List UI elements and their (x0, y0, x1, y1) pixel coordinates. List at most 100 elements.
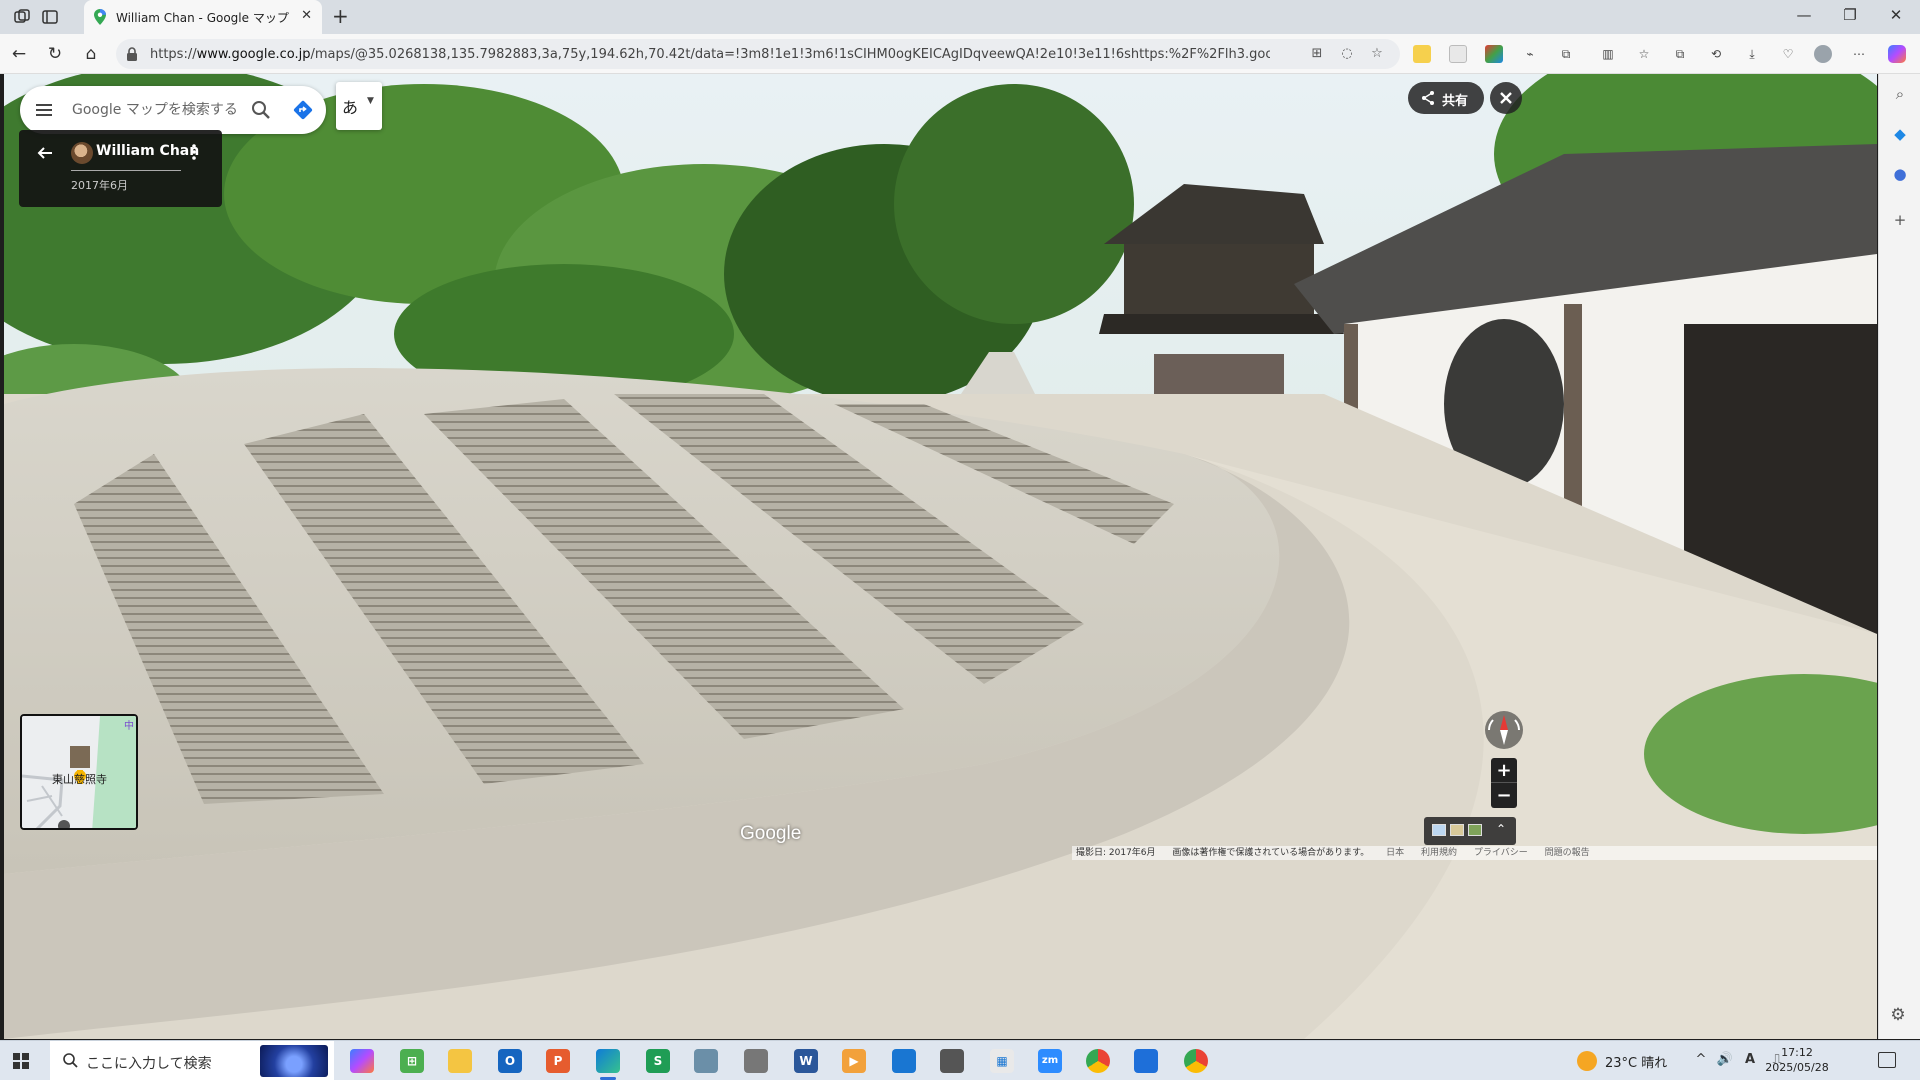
favorite-star-icon[interactable]: ☆ (1368, 45, 1386, 63)
refresh-icon[interactable]: ↻ (44, 43, 66, 65)
menu-icon[interactable] (34, 100, 54, 120)
zoom-out-button[interactable]: − (1491, 783, 1517, 808)
capture-date: 2017年6月 (71, 179, 128, 192)
new-tab-icon[interactable]: + (332, 4, 349, 28)
split-screen-icon[interactable]: ▥ (1599, 45, 1617, 63)
search-input[interactable] (72, 98, 242, 122)
sidebar-tools-icon[interactable]: ◆ (1890, 124, 1910, 144)
collections-icon[interactable]: ⧉ (1671, 45, 1689, 63)
window-close-icon[interactable]: ✕ (1886, 6, 1906, 24)
share-button[interactable]: 共有 (1408, 82, 1484, 114)
more-options-icon[interactable] (189, 142, 199, 162)
google-logo: Google (740, 823, 802, 844)
notifications-icon[interactable] (1878, 1052, 1896, 1068)
favorites-icon[interactable]: ☆ (1635, 45, 1653, 63)
footer-terms-link[interactable]: 利用規約 (1421, 848, 1457, 858)
zoom-in-button[interactable]: + (1491, 758, 1517, 783)
minimize-icon[interactable]: — (1794, 6, 1814, 24)
close-street-view-button[interactable] (1490, 82, 1522, 114)
restore-icon[interactable]: ❐ (1840, 6, 1860, 24)
excel-app-icon[interactable]: ⊞ (400, 1049, 424, 1073)
file-explorer-icon[interactable] (448, 1049, 472, 1073)
chrome-icon[interactable] (1086, 1049, 1110, 1073)
profile-icon[interactable] (1814, 45, 1832, 63)
tracking-prevention-icon[interactable]: ◌ (1338, 45, 1356, 63)
weather-text[interactable]: 23°C 晴れ (1605, 1052, 1667, 1071)
minimap-place-label: 東山慈照寺 (52, 773, 107, 786)
media-player-icon[interactable]: ▶ (842, 1049, 866, 1073)
avatar[interactable] (71, 142, 93, 164)
extension-3-icon[interactable] (1485, 45, 1503, 63)
sidebar-add-icon[interactable]: + (1890, 210, 1910, 230)
sidebar-search-icon[interactable]: ⌕ (1890, 84, 1910, 104)
zoom-icon[interactable]: zm (1038, 1049, 1062, 1073)
street-view-panorama[interactable]: あ ▼ William Chan 2017年6月 共有 東山慈照寺 中 (4, 74, 1877, 1039)
compass-icon[interactable] (1484, 710, 1524, 750)
spreadsheet-app-icon[interactable]: S (646, 1049, 670, 1073)
search-icon[interactable] (250, 99, 272, 121)
browser-essentials-icon[interactable]: ♡ (1779, 45, 1797, 63)
ime-mode-indicator[interactable]: A (1741, 1052, 1759, 1067)
history-icon[interactable]: ⟲ (1707, 45, 1725, 63)
home-icon[interactable]: ⌂ (80, 43, 102, 65)
edge-app-icon[interactable] (596, 1049, 620, 1080)
footer-privacy-link[interactable]: プライバシー (1474, 848, 1528, 858)
input-method-selector[interactable]: あ ▼ (336, 82, 382, 130)
zen-garden-scene (4, 74, 1877, 1039)
downloads-icon[interactable]: ⤓ (1743, 45, 1761, 63)
layer-thumb-1[interactable] (1432, 824, 1446, 836)
tab-actions-icon[interactable] (40, 7, 60, 27)
zoom-control: + − (1491, 758, 1517, 808)
tray-overflow-icon[interactable]: ^ (1692, 1052, 1710, 1067)
share-icon (1422, 91, 1434, 105)
extension-1-icon[interactable] (1413, 45, 1431, 63)
copilot-app-icon[interactable] (350, 1049, 374, 1073)
word-icon[interactable]: W (794, 1049, 818, 1073)
layer-thumb-3[interactable] (1468, 824, 1482, 836)
address-bar[interactable]: https://www.google.co.jp/maps/@35.026813… (116, 39, 1400, 69)
minimap-corner-label: 中 (124, 721, 134, 732)
app-icon-4[interactable] (1134, 1049, 1158, 1073)
workspaces-icon[interactable] (12, 7, 32, 27)
app-icon-1[interactable] (694, 1049, 718, 1073)
url-text[interactable]: https://www.google.co.jp/maps/@35.026813… (150, 47, 1270, 62)
read-aloud-icon[interactable]: ⊞ (1308, 45, 1326, 63)
minimap[interactable]: 東山慈照寺 中 (20, 714, 138, 830)
footer-country[interactable]: 日本 (1386, 848, 1404, 858)
back-icon[interactable]: ← (8, 43, 30, 65)
layers-strip[interactable]: ⌃ (1424, 817, 1516, 845)
more-icon[interactable]: ⋯ (1850, 45, 1868, 63)
clock-time: 17:12 (1781, 1046, 1813, 1059)
store-icon[interactable]: ▦ (990, 1049, 1014, 1073)
active-tab[interactable]: William Chan - Google マップ ✕ (84, 0, 322, 34)
system-clock[interactable]: 17:12 2025/05/28 (1765, 1045, 1829, 1075)
footer-report-link[interactable]: 問題の報告 (1545, 848, 1590, 858)
extensions-icon[interactable]: ⧉ (1557, 45, 1575, 63)
close-tab-icon[interactable]: ✕ (301, 8, 312, 23)
tab-bar: William Chan - Google マップ ✕ + — ❐ ✕ (0, 0, 1920, 34)
sidebar-office-icon[interactable]: ● (1890, 164, 1910, 184)
sidebar-settings-icon[interactable]: ⚙ (1888, 1005, 1908, 1025)
app-icon-2[interactable] (744, 1049, 768, 1073)
app-icon-3[interactable] (940, 1049, 964, 1073)
windows-start-icon[interactable] (13, 1053, 29, 1069)
directions-icon[interactable] (292, 99, 314, 121)
outlook-icon[interactable]: O (498, 1049, 522, 1073)
expand-icon[interactable]: ⌃ (1496, 822, 1506, 836)
extension-2-icon[interactable] (1449, 45, 1467, 63)
maps-search-box (20, 86, 326, 134)
lock-icon[interactable] (124, 46, 140, 62)
extension-4-icon[interactable]: ⌁ (1521, 45, 1539, 63)
taskbar-search[interactable]: ここに入力して検索 (50, 1041, 334, 1080)
ime-dropdown-icon[interactable]: ▼ (367, 96, 374, 106)
photos-icon[interactable] (892, 1049, 916, 1073)
volume-icon[interactable]: 🔊 (1716, 1052, 1734, 1067)
footer-capture-date: 撮影日: 2017年6月 (1076, 848, 1156, 858)
back-arrow-icon[interactable] (35, 143, 55, 163)
copilot-icon[interactable] (1888, 45, 1906, 63)
author-name[interactable]: William Chan (96, 143, 199, 159)
powerpoint-icon[interactable]: P (546, 1049, 570, 1073)
weather-sun-icon[interactable] (1577, 1051, 1597, 1071)
layer-thumb-2[interactable] (1450, 824, 1464, 836)
chrome-icon-2[interactable] (1184, 1049, 1208, 1073)
